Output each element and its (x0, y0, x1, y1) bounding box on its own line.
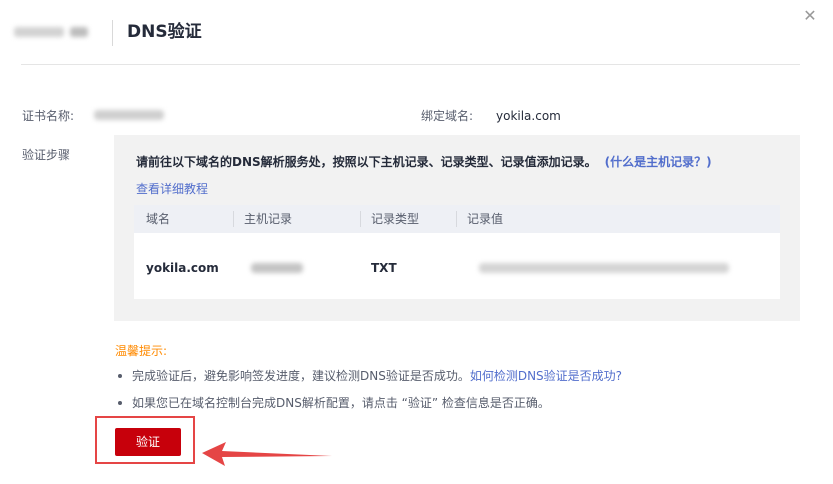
verify-button[interactable]: 验证 (115, 428, 181, 456)
cell-host-record-redacted (251, 263, 303, 273)
close-icon[interactable]: ✕ (800, 6, 820, 26)
tip-item: 如果您已在域名控制台完成DNS解析配置，请点击 “验证” 检查信息是否正确。 (118, 395, 550, 411)
domain-label: 绑定域名: (421, 109, 474, 123)
tip-text: 如果您已在域名控制台完成DNS解析配置，请点击 “验证” 检查信息是否正确。 (132, 396, 550, 410)
bullet-icon (118, 400, 122, 405)
header-divider (21, 64, 800, 65)
steps-label: 验证步骤 (22, 148, 71, 162)
column-divider (233, 211, 234, 227)
cert-name-value-redacted (94, 110, 164, 120)
bullet-icon (118, 373, 122, 378)
page-title: DNS验证 (127, 22, 202, 42)
column-header-domain: 域名 (146, 212, 171, 226)
cell-record-value-redacted (479, 263, 729, 273)
annotation-arrow-icon (202, 442, 332, 466)
tip-item: 完成验证后，避免影响签发进度，建议检测DNS验证是否成功。如何检测DNS验证是否… (118, 368, 622, 384)
table-header: 域名 主机记录 记录类型 记录值 (134, 205, 780, 233)
cell-record-type: TXT (371, 261, 397, 275)
column-header-record-value: 记录值 (467, 212, 504, 226)
tips-title: 温馨提示: (115, 344, 168, 358)
check-dns-verification-link[interactable]: 如何检测DNS验证是否成功? (470, 369, 622, 383)
record-table: 域名 主机记录 记录类型 记录值 yokila.com TXT (134, 205, 780, 299)
column-header-record-type: 记录类型 (371, 212, 420, 226)
breadcrumb (14, 26, 88, 38)
host-record-help-link[interactable]: (什么是主机记录？) (605, 155, 712, 169)
tip-text: 完成验证后，避免影响签发进度，建议检测DNS验证是否成功。 (132, 369, 470, 383)
column-divider (456, 211, 457, 227)
cert-name-label: 证书名称: (22, 109, 75, 123)
breadcrumb-redacted (14, 27, 64, 37)
domain-value: yokila.com (496, 109, 561, 123)
column-divider (360, 211, 361, 227)
tutorial-link[interactable]: 查看详细教程 (136, 181, 208, 197)
column-header-host-record: 主机记录 (244, 212, 293, 226)
breadcrumb-redacted (70, 27, 88, 37)
cell-domain: yokila.com (146, 261, 219, 275)
instruction-body: 请前往以下域名的DNS解析服务处，按照以下主机记录、记录类型、记录值添加记录。 (136, 155, 597, 169)
header-separator (112, 20, 113, 46)
instruction-text: 请前往以下域名的DNS解析服务处，按照以下主机记录、记录类型、记录值添加记录。 (… (136, 154, 712, 170)
